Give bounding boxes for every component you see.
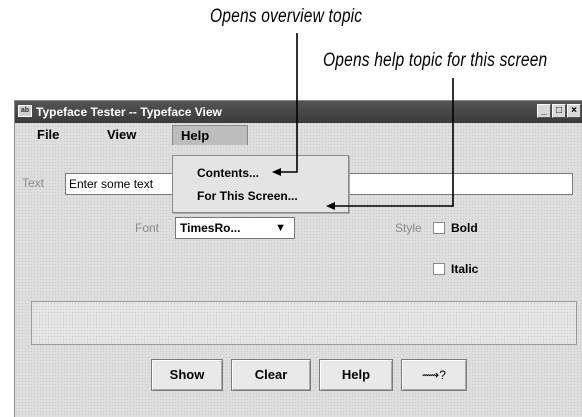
triangle-down-icon[interactable]: ▼ [275,218,286,238]
preview-panel [31,301,577,345]
whats-this-button[interactable]: ⟿? [401,359,467,391]
italic-checkbox[interactable] [433,263,445,275]
help-button[interactable]: Help [319,359,393,391]
menu-file[interactable]: File [29,125,67,145]
font-label: Font [135,221,160,235]
bold-checkbox[interactable] [433,222,445,234]
style-label: Style [395,221,422,235]
bold-checkbox-label[interactable]: Bold [451,221,478,235]
title-bar[interactable]: ab Typeface Tester -- Typeface View _ □ … [15,101,582,123]
italic-checkbox-label[interactable]: Italic [451,262,478,276]
menu-help[interactable]: Help [172,125,248,145]
arrow-question-cursor-icon: ⟿? [422,368,446,382]
text-label: Text [22,176,45,190]
window-title: Typeface Tester -- Typeface View [36,105,222,119]
typeface-tester-window: ab Typeface Tester -- Typeface View _ □ … [14,100,582,417]
font-select[interactable]: TimesRo... ▼ [175,217,295,239]
help-menu-dropdown: Contents... For This Screen... [172,155,349,213]
show-button[interactable]: Show [151,359,223,391]
menu-item-for-this-screen[interactable]: For This Screen... [197,189,298,203]
callout-screen-help-topic: Opens help topic for this screen [323,50,548,71]
close-button[interactable]: × [567,104,581,118]
menu-item-contents[interactable]: Contents... [197,166,259,180]
menu-bar: File View Help [15,123,582,145]
menu-view[interactable]: View [99,125,144,145]
font-select-value: TimesRo... [180,221,241,235]
minimize-button[interactable]: _ [537,104,551,118]
app-icon[interactable]: ab [18,105,32,117]
callout-overview-topic: Opens overview topic [210,6,363,27]
clear-button[interactable]: Clear [231,359,311,391]
maximize-button[interactable]: □ [552,104,566,118]
